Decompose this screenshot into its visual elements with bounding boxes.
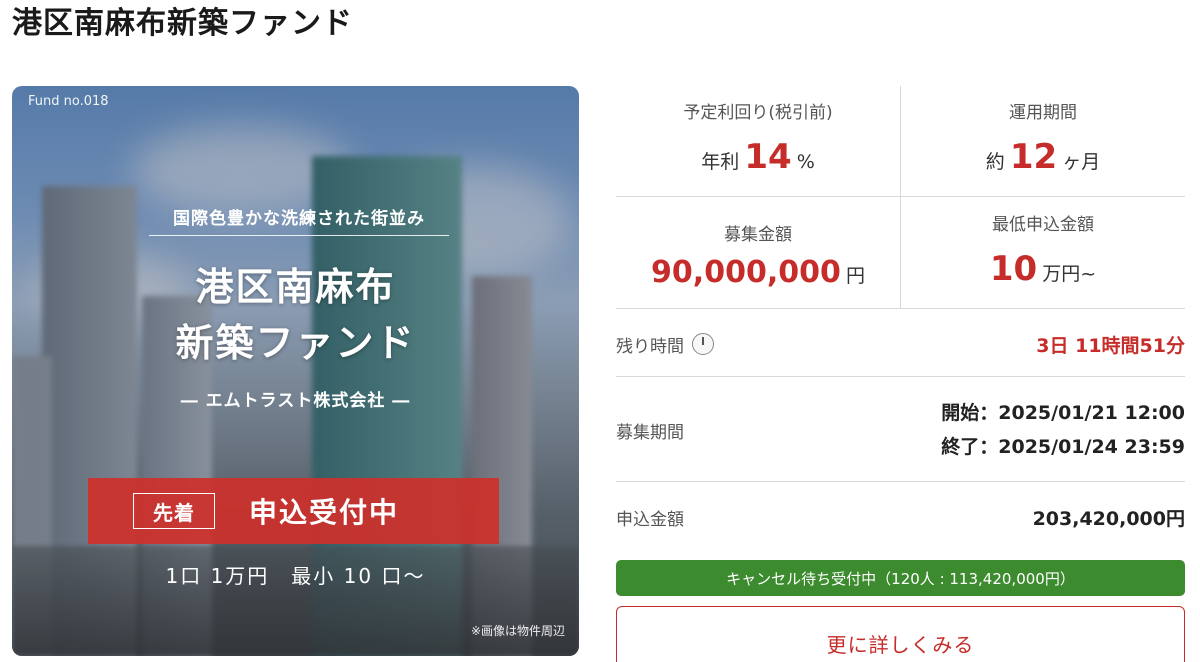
stat-yield-label: 予定利回り(税引前) [683, 103, 833, 123]
stat-yield-value: 14 [744, 137, 792, 177]
stat-yield-unit: % [796, 151, 815, 173]
stat-term-unit: ヶ月 [1062, 151, 1101, 173]
hero-company: ― エムトラスト株式会社 ― [180, 391, 411, 411]
separator [616, 376, 1185, 377]
first-come-badge: 先着 [133, 493, 215, 529]
separator [616, 308, 1185, 309]
recruitment-start: 開始：2025/01/21 12:00 [941, 402, 1185, 424]
recruitment-period-label: 募集期間 [616, 422, 684, 443]
remaining-time-label: 残り時間 [616, 336, 684, 357]
stat-minimum-label: 最低申込金額 [992, 215, 1094, 235]
fund-stats-grid: 予定利回り(税引前) 年利 14 % 運用期間 約 12 ヶ月 募集金額 90,… [616, 86, 1185, 308]
stat-term-value: 12 [1009, 137, 1058, 177]
remaining-time-row: 残り時間 3日 11時間51分 [616, 312, 1185, 376]
stat-amount-value: 90,000,000 [651, 255, 841, 290]
unit-info: 1口 1万円 最小 10 口〜 [165, 564, 426, 588]
application-status: 申込受付中 [249, 496, 400, 529]
stat-yield: 予定利回り(税引前) 年利 14 % [616, 98, 900, 177]
clock-icon [692, 333, 714, 355]
stat-amount-unit: 円 [845, 265, 865, 287]
stat-term: 運用期間 約 12 ヶ月 [901, 98, 1185, 177]
stat-amount-label: 募集金額 [724, 225, 792, 245]
stat-yield-prefix: 年利 [701, 151, 740, 173]
stat-minimum-unit: 万円~ [1042, 263, 1097, 285]
page-title: 港区南麻布新築ファンド [12, 6, 353, 41]
stat-term-prefix: 約 [985, 151, 1005, 173]
stat-minimum: 最低申込金額 10 万円~ [901, 210, 1185, 289]
grid-divider-horizontal [616, 196, 1185, 197]
stat-term-label: 運用期間 [1009, 103, 1077, 123]
applied-amount-label: 申込金額 [616, 509, 684, 530]
stat-minimum-value: 10 [989, 249, 1038, 289]
applied-amount-value: 203,420,000円 [1032, 507, 1185, 530]
hero-tagline: 国際色豊かな洗練された街並み [149, 204, 449, 236]
status-banner: 先着 申込受付中 [88, 478, 499, 544]
stat-amount: 募集金額 90,000,000 円 [616, 220, 900, 290]
more-details-button[interactable]: 更に詳しくみる [616, 606, 1185, 662]
separator [616, 481, 1185, 482]
applied-amount-row: 申込金額 203,420,000円 [616, 485, 1185, 549]
fund-hero-image[interactable]: Fund no.018 国際色豊かな洗練された街並み 港区南麻布 新築ファンド … [12, 86, 579, 656]
hero-title-line1: 港区南麻布 [195, 265, 396, 309]
recruitment-period-row: 募集期間 開始：2025/01/21 12:00 終了：2025/01/24 2… [616, 380, 1185, 480]
remaining-time-value: 3日 11時間51分 [1036, 334, 1185, 357]
fund-number: Fund no.018 [28, 94, 109, 109]
hero-title-line2: 新築ファンド [175, 321, 416, 365]
image-note: ※画像は物件周辺 [470, 624, 565, 638]
waitlist-status: キャンセル待ち受付中（120人 : 113,420,000円） [616, 560, 1185, 596]
recruitment-end: 終了：2025/01/24 23:59 [941, 436, 1185, 458]
